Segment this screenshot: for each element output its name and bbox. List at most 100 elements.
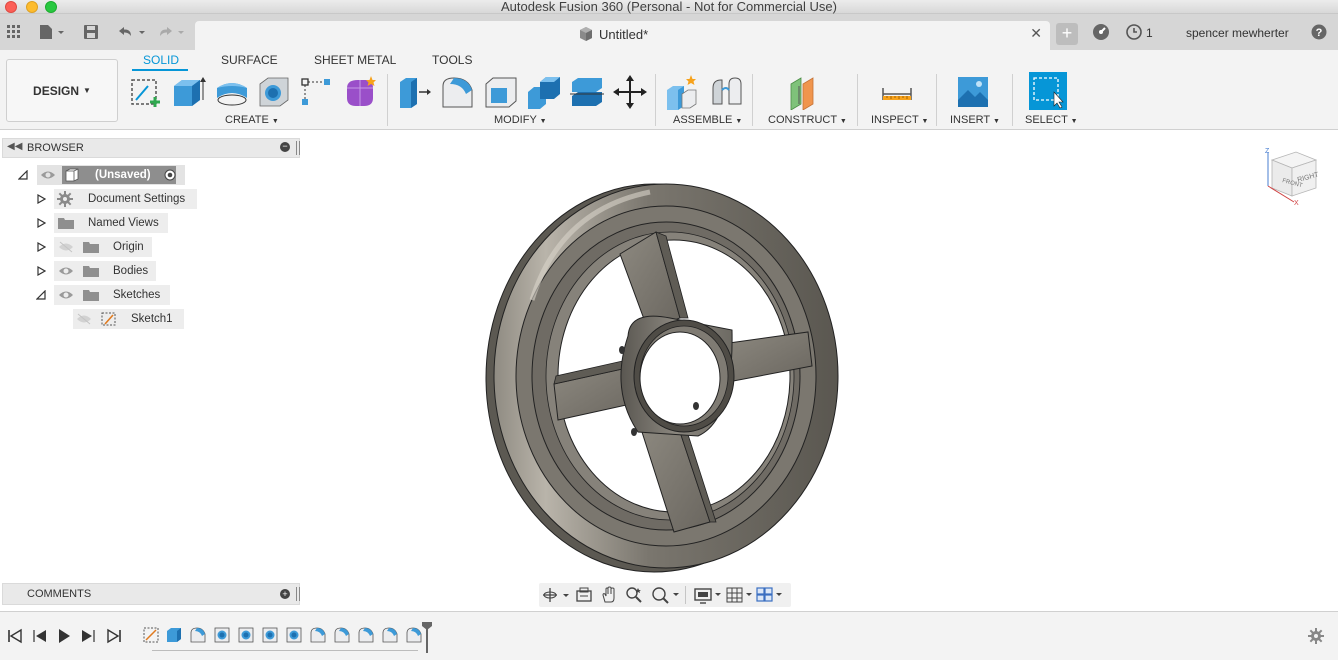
split-body-icon[interactable]: [569, 74, 605, 110]
play-icon[interactable]: [56, 628, 72, 644]
timeline-fillet-icon[interactable]: [381, 626, 399, 644]
eye-hidden-icon[interactable]: [76, 313, 92, 325]
add-comment-icon[interactable]: +: [280, 589, 290, 599]
timeline-hole-icon[interactable]: [285, 626, 303, 644]
expand-triangle-icon[interactable]: [18, 170, 28, 180]
tab-solid[interactable]: SOLID: [143, 53, 179, 67]
group-create[interactable]: CREATE ▼: [225, 114, 279, 126]
workspace-switcher[interactable]: DESIGN ▼: [6, 59, 118, 122]
eye-icon[interactable]: [58, 265, 74, 277]
browser-item-sketch1[interactable]: Sketch1: [0, 309, 300, 329]
display-settings-icon[interactable]: [693, 586, 723, 604]
eye-hidden-icon[interactable]: [58, 241, 74, 253]
browser-item-document-settings[interactable]: Document Settings: [0, 189, 300, 209]
fillet-icon[interactable]: [440, 74, 476, 110]
timeline-marker[interactable]: [420, 620, 434, 654]
tab-bar: Untitled* ✕ + 1 spencer mewherter ?: [0, 14, 1338, 50]
user-name[interactable]: spencer mewherter: [1186, 26, 1289, 40]
model-viewport[interactable]: [470, 170, 860, 580]
pattern-icon[interactable]: [298, 74, 334, 110]
look-at-icon[interactable]: [575, 587, 593, 603]
orbit-icon[interactable]: [542, 587, 570, 603]
timeline-hole-icon[interactable]: [213, 626, 231, 644]
window-title: Autodesk Fusion 360 (Personal - Not for …: [501, 0, 837, 14]
timeline-fillet-icon[interactable]: [189, 626, 207, 644]
step-forward-icon[interactable]: [80, 628, 96, 644]
grid-icon[interactable]: [4, 14, 24, 50]
file-icon[interactable]: [36, 14, 68, 50]
timeline-fillet-icon[interactable]: [357, 626, 375, 644]
activate-radio-icon[interactable]: [164, 169, 176, 181]
expand-triangle-icon[interactable]: [36, 266, 46, 276]
collapse-triangle-icon[interactable]: [36, 290, 46, 300]
pan-hand-icon[interactable]: [600, 586, 618, 604]
create-form-icon[interactable]: [342, 74, 378, 110]
group-assemble[interactable]: ASSEMBLE ▼: [673, 114, 742, 126]
go-to-end-icon[interactable]: [106, 628, 122, 644]
revolve-icon[interactable]: [214, 74, 250, 110]
timeline-settings-gear-icon[interactable]: [1308, 628, 1324, 644]
new-tab-button[interactable]: +: [1056, 23, 1078, 45]
create-sketch-icon[interactable]: [128, 74, 164, 110]
hole-icon[interactable]: [256, 74, 292, 110]
combine-icon[interactable]: [526, 74, 562, 110]
close-icon[interactable]: ✕: [1030, 25, 1042, 42]
timeline-sketch-icon[interactable]: [142, 626, 160, 644]
tab-surface[interactable]: SURFACE: [221, 53, 278, 67]
offset-plane-icon[interactable]: [787, 74, 823, 110]
group-select[interactable]: SELECT ▼: [1025, 114, 1078, 126]
expand-triangle-icon[interactable]: [36, 218, 46, 228]
grid-settings-icon[interactable]: [725, 586, 755, 604]
browser-item-named-views[interactable]: Named Views: [0, 213, 300, 233]
jobs-count[interactable]: 1: [1146, 26, 1153, 40]
expand-triangle-icon[interactable]: [36, 194, 46, 204]
new-component-icon[interactable]: [664, 74, 700, 110]
minus-icon[interactable]: −: [280, 142, 290, 152]
workspace-label: DESIGN: [33, 83, 80, 98]
browser-item-sketches[interactable]: Sketches: [0, 285, 300, 305]
panel-pin-icon[interactable]: [296, 141, 300, 155]
press-pull-icon[interactable]: [397, 74, 433, 110]
browser-item-bodies[interactable]: Bodies: [0, 261, 300, 281]
gauge-icon[interactable]: [1090, 14, 1112, 50]
tab-sheet-metal[interactable]: SHEET METAL: [314, 53, 396, 67]
group-inspect[interactable]: INSPECT ▼: [871, 114, 928, 126]
timeline-extrude-icon[interactable]: [165, 626, 183, 644]
eye-icon[interactable]: [58, 289, 74, 301]
timeline-fillet-icon[interactable]: [333, 626, 351, 644]
document-icon: [580, 27, 592, 41]
undo-icon[interactable]: [114, 14, 148, 50]
collapse-panel-icon[interactable]: ◀◀: [7, 141, 22, 152]
shell-icon[interactable]: [483, 74, 519, 110]
measure-icon[interactable]: [879, 74, 915, 110]
go-to-start-icon[interactable]: [7, 628, 23, 644]
viewports-icon[interactable]: [755, 586, 785, 604]
group-construct[interactable]: CONSTRUCT ▼: [768, 114, 847, 126]
panel-pin-icon[interactable]: [296, 587, 300, 601]
browser-item-origin[interactable]: Origin: [0, 237, 300, 257]
document-tab[interactable]: Untitled* ✕: [195, 21, 1050, 50]
viewcube[interactable]: FRONT RIGHT Z X: [1260, 146, 1330, 208]
eye-icon[interactable]: [40, 169, 56, 181]
timeline-hole-icon[interactable]: [237, 626, 255, 644]
group-modify[interactable]: MODIFY ▼: [494, 114, 547, 126]
expand-triangle-icon[interactable]: [36, 242, 46, 252]
fit-zoom-icon[interactable]: [651, 586, 681, 604]
move-icon[interactable]: [612, 74, 648, 110]
redo-icon[interactable]: [156, 14, 188, 50]
timeline-fillet-icon[interactable]: [309, 626, 327, 644]
group-select-label: SELECT: [1025, 114, 1068, 126]
save-icon[interactable]: [82, 14, 100, 50]
clock-icon[interactable]: [1124, 14, 1144, 50]
group-insert[interactable]: INSERT ▼: [950, 114, 1000, 126]
extrude-icon[interactable]: [170, 74, 206, 110]
timeline-hole-icon[interactable]: [261, 626, 279, 644]
joint-icon[interactable]: [708, 74, 744, 110]
select-icon[interactable]: [1029, 72, 1067, 110]
browser-root-row[interactable]: (Unsaved): [0, 165, 300, 185]
tab-tools[interactable]: TOOLS: [432, 53, 472, 67]
help-icon[interactable]: ?: [1310, 14, 1328, 50]
zoom-icon[interactable]: [625, 586, 643, 604]
step-back-icon[interactable]: [32, 628, 48, 644]
insert-image-icon[interactable]: [955, 74, 991, 110]
